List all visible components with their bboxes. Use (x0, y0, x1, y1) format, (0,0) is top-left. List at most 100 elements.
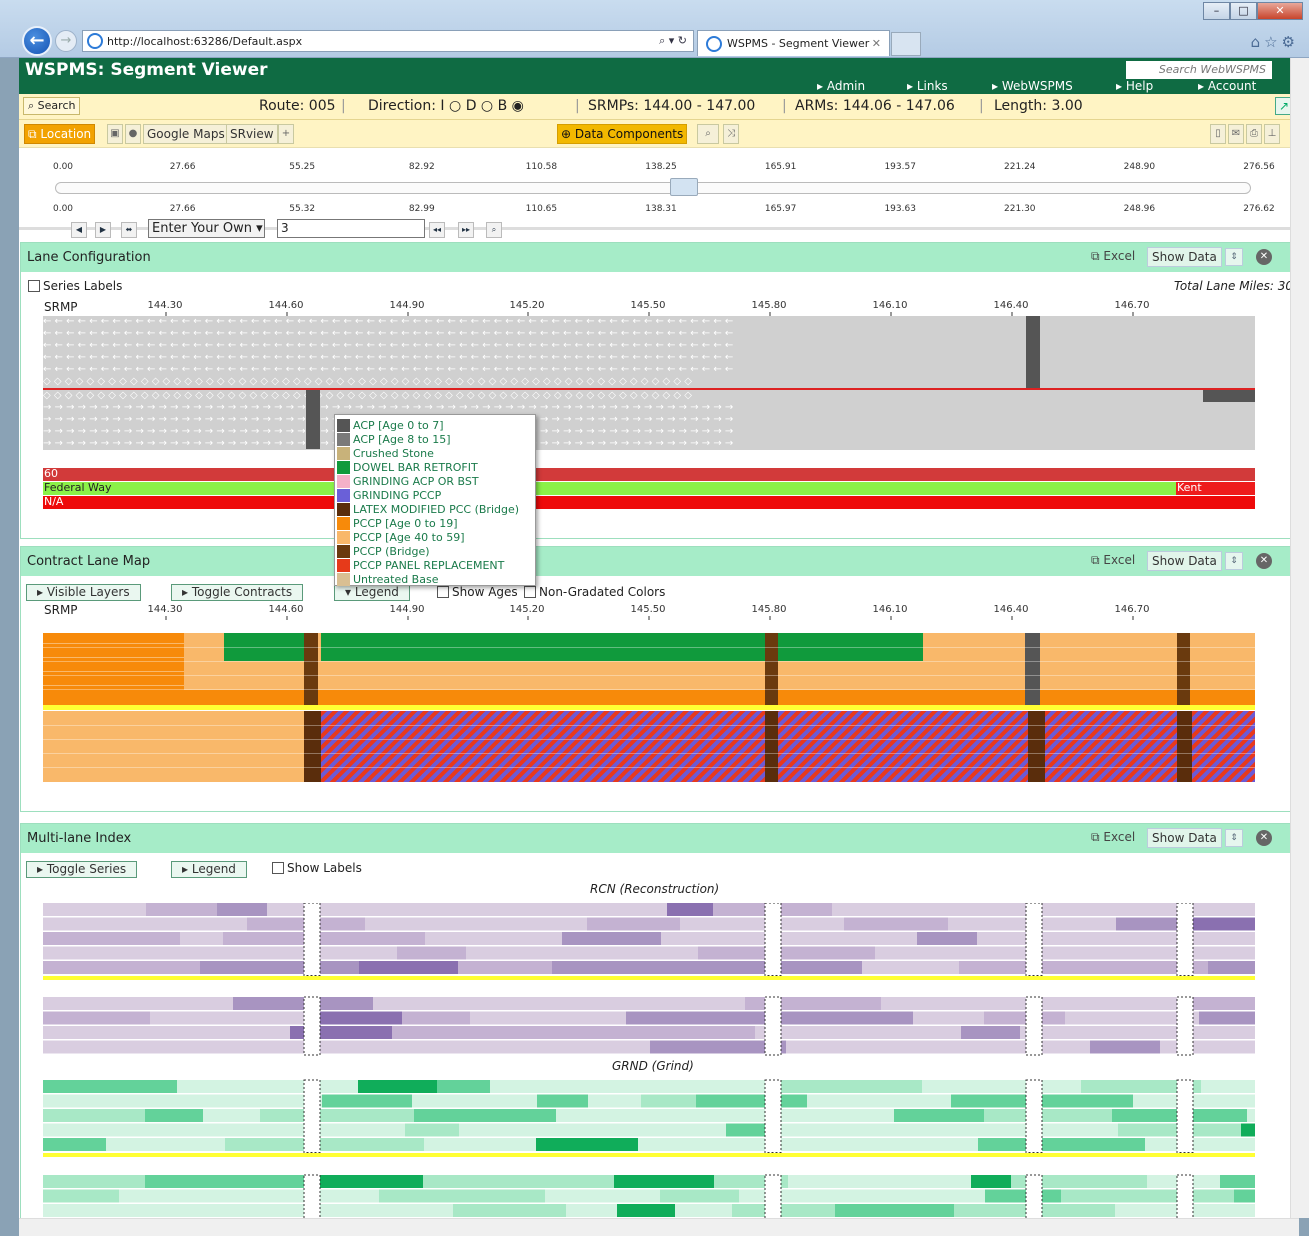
milepost-tick: 146.70 (1114, 604, 1150, 620)
shuffle-icon[interactable]: ⤨ (723, 124, 739, 144)
index-segment (562, 932, 661, 945)
index-segment (43, 961, 200, 974)
address-bar[interactable]: http://localhost:63286/Default.aspx ⌕ ▾ … (82, 30, 694, 52)
range-select[interactable]: Enter Your Own ▾ (148, 219, 265, 238)
add-icon[interactable]: + (278, 124, 294, 144)
radio-i[interactable]: ○ (449, 98, 461, 114)
excel-button[interactable]: ⧉ Excel (1091, 551, 1135, 571)
show-labels-checkbox[interactable]: Show Labels (272, 861, 362, 875)
vertical-scrollbar[interactable] (1290, 58, 1309, 1218)
google-maps-button[interactable]: Google Maps (143, 124, 229, 144)
radio-b[interactable]: ◉ (512, 98, 524, 114)
index-segment (556, 1109, 631, 1122)
bridge-block (1028, 711, 1045, 782)
sort-icon[interactable]: ⇕ (1225, 552, 1243, 570)
horizontal-scrollbar[interactable] (19, 1218, 1299, 1236)
slider-track[interactable] (55, 182, 1251, 194)
close-section-icon[interactable]: ✕ (1256, 553, 1272, 569)
milepost-tick: 144.30 (147, 300, 183, 316)
legend-item: ACP [Age 8 to 15] (337, 432, 535, 446)
nav-admin[interactable]: ▸ Admin (817, 79, 865, 93)
slider-bottom-tick: 165.97 (764, 204, 797, 214)
search-range-icon[interactable]: ⌕ (486, 222, 502, 238)
search-button[interactable]: ⌕ Search (23, 97, 81, 115)
nav-account[interactable]: ▸ Account (1198, 79, 1256, 93)
address-controls[interactable]: ⌕ ▾ ↻ (659, 34, 693, 48)
index-segment (588, 1094, 641, 1108)
step-back-icon[interactable]: ◂◂ (429, 222, 445, 238)
toggle-series-button[interactable]: ▸ Toggle Series (26, 861, 138, 878)
legend-label: LATEX MODIFIED PCC (Bridge) (353, 502, 520, 516)
bridge-gap (764, 903, 782, 976)
index-segment (788, 1175, 851, 1188)
pin-icon[interactable]: ⊥ (1264, 124, 1280, 144)
toggle-contracts-button[interactable]: ▸ Toggle Contracts (171, 584, 304, 601)
milepost-tick: 145.80 (751, 300, 787, 316)
excel-button[interactable]: ⧉ Excel (1091, 828, 1135, 848)
close-section-icon[interactable]: ✕ (1256, 830, 1272, 846)
lane-divider (43, 725, 1255, 726)
index-segment (1238, 903, 1255, 916)
index-segment (987, 1123, 1118, 1137)
close-icon[interactable]: ✕ (1257, 2, 1303, 20)
lane-divider (43, 657, 184, 658)
legend-label: Crushed Stone (353, 446, 434, 460)
back-button[interactable]: ← (22, 26, 52, 56)
index-segment (485, 903, 555, 916)
legend-button[interactable]: ▾ Legend (334, 584, 410, 601)
browser-tab[interactable]: WSPMS - Segment Viewer ✕ (697, 30, 890, 56)
next-icon[interactable]: ▶ (95, 222, 111, 238)
nav-help[interactable]: ▸ Help (1116, 79, 1153, 93)
mail-icon[interactable]: ✉ (1228, 124, 1244, 144)
slider-handle[interactable] (670, 178, 698, 196)
index-segment (270, 1138, 424, 1151)
clipboard-icon[interactable]: ▯ (1210, 124, 1226, 144)
length-text: Length: 3.00 (994, 98, 1083, 114)
forward-button[interactable]: → (55, 30, 77, 52)
browser-tools[interactable]: ⌂☆⚙ (1251, 33, 1299, 51)
non-gradated-checkbox[interactable]: Non-Gradated Colors (524, 585, 665, 599)
close-section-icon[interactable]: ✕ (1256, 249, 1272, 265)
index-segment (43, 946, 190, 960)
first-icon[interactable]: ◀ (71, 222, 87, 238)
tab-close-icon[interactable]: ✕ (872, 37, 881, 50)
visible-layers-button[interactable]: ▸ Visible Layers (26, 584, 141, 601)
show-data-button[interactable]: Show Data (1147, 828, 1222, 848)
zoom-icon[interactable]: ⌕ (697, 124, 719, 144)
slider-bottom-tick: 110.65 (525, 204, 558, 214)
na-band: N/A (43, 496, 1255, 509)
nav-links[interactable]: ▸ Links (907, 79, 948, 93)
index-segment (322, 1094, 412, 1108)
print-icon[interactable]: ⎙ (1246, 124, 1262, 144)
minimize-icon[interactable]: – (1203, 2, 1230, 20)
sort-icon[interactable]: ⇕ (1225, 248, 1243, 266)
range-input[interactable]: 3 (277, 219, 425, 238)
index-segment (490, 1080, 538, 1093)
index-segment (414, 1109, 556, 1122)
bridge-gap (1025, 1079, 1043, 1153)
legend-button[interactable]: ▸ Legend (171, 861, 247, 878)
expand-icon[interactable]: ⬌ (121, 222, 137, 238)
maximize-icon[interactable]: □ (1230, 2, 1257, 20)
srview-button[interactable]: SRview (226, 124, 278, 144)
lane-divider (43, 671, 184, 672)
excel-button[interactable]: ⧉ Excel (1091, 247, 1135, 267)
series-labels-checkbox[interactable]: Series Labels (28, 279, 122, 293)
info-icon[interactable]: ● (125, 124, 141, 144)
sort-icon[interactable]: ⇕ (1225, 829, 1243, 847)
legend-swatch (337, 488, 350, 502)
url-text[interactable]: http://localhost:63286/Default.aspx (107, 35, 302, 48)
nav-webwspms[interactable]: ▸ WebWSPMS (992, 79, 1073, 93)
radio-d[interactable]: ○ (481, 98, 493, 114)
show-data-button[interactable]: Show Data (1147, 247, 1222, 267)
index-segment (43, 997, 141, 1010)
show-data-button[interactable]: Show Data (1147, 551, 1222, 571)
step-forward-icon[interactable]: ▸▸ (458, 222, 474, 238)
save-icon[interactable]: ▣ (107, 124, 123, 144)
location-button[interactable]: ⧉ Location (24, 124, 96, 144)
search-input[interactable]: Search WebWSPMS (1126, 61, 1272, 79)
show-ages-checkbox[interactable]: Show Ages (437, 585, 518, 599)
index-segment (1208, 961, 1255, 974)
new-tab-button[interactable] (891, 32, 921, 56)
data-components-button[interactable]: ⊕ Data Components (557, 124, 688, 144)
